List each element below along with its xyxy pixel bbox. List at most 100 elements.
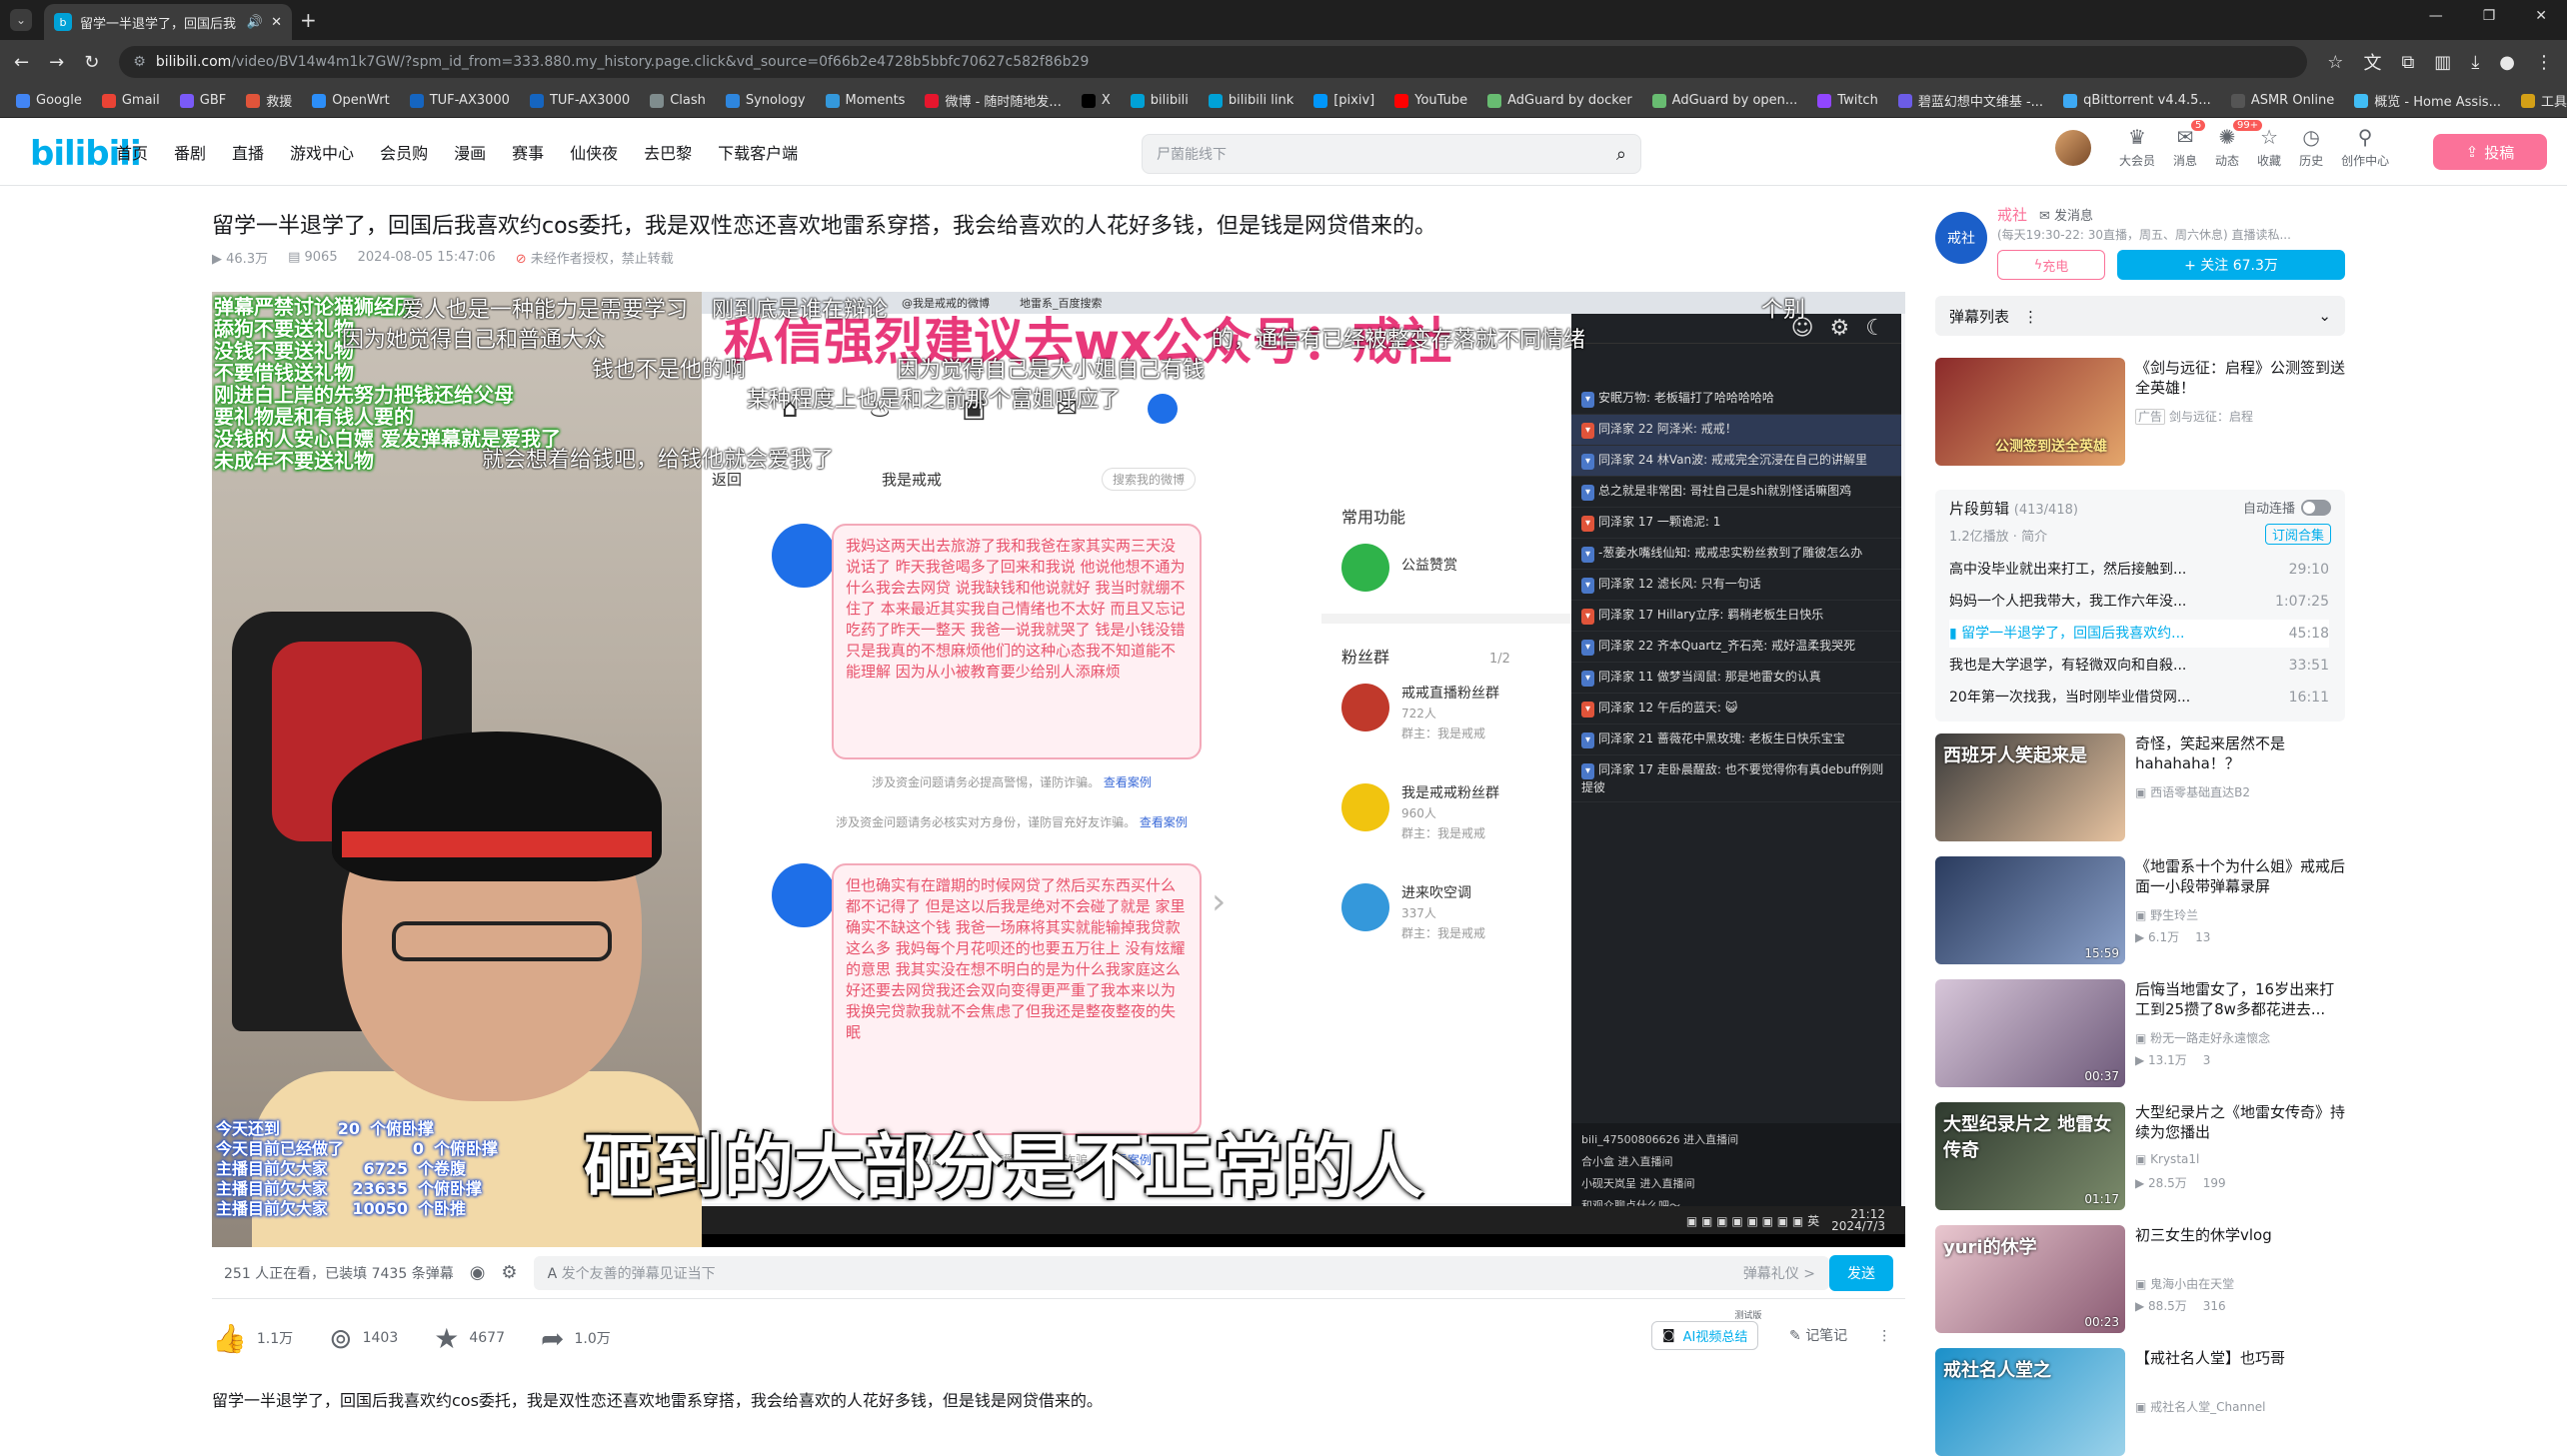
nav-item[interactable]: 会员购 bbox=[380, 140, 428, 164]
window-close-icon[interactable]: ✕ bbox=[2535, 8, 2547, 24]
autoplay-toggle[interactable]: 自动连播 bbox=[2243, 498, 2331, 517]
extensions-icon[interactable]: ⧉ bbox=[2401, 52, 2414, 73]
bookmark-item[interactable]: Gmail bbox=[101, 93, 160, 108]
translate-icon[interactable]: 文 bbox=[2363, 49, 2381, 75]
nav-item[interactable]: 去巴黎 bbox=[644, 140, 692, 164]
bookmark-item[interactable]: bilibili bbox=[1130, 93, 1189, 108]
danmaku-settings-icon[interactable]: ⚙ bbox=[501, 1262, 517, 1283]
subscribe-button[interactable]: 订阅合集 bbox=[2264, 524, 2331, 545]
minimize-icon[interactable]: — bbox=[2429, 8, 2443, 24]
recommend-card[interactable]: 西班牙人笑起来是 奇怪，笑起来居然不是hahahaha！？ ▣ 西语零基础直达B2 bbox=[1935, 733, 2345, 841]
danmaku-send-button[interactable]: 发送 bbox=[1829, 1254, 1893, 1291]
profile-icon[interactable]: ● bbox=[2499, 52, 2515, 73]
share-button[interactable]: ➦ 1.0万 bbox=[541, 1322, 611, 1355]
tab-search-icon[interactable]: ⌄ bbox=[10, 9, 32, 31]
follow-button[interactable]: + 关注 67.3万 bbox=[2117, 250, 2345, 280]
charge-button[interactable]: ϟ 充电 bbox=[1997, 250, 2105, 280]
maximize-icon[interactable]: ❐ bbox=[2483, 8, 2496, 24]
reload-icon[interactable]: ↻ bbox=[84, 52, 99, 73]
nav-item[interactable]: 下载客户端 bbox=[718, 140, 798, 164]
bookmark-item[interactable]: qBittorrent v4.4.5... bbox=[2063, 93, 2211, 108]
bookmark-item[interactable]: Twitch bbox=[1817, 93, 1878, 108]
more-icon[interactable]: ⋮ bbox=[2023, 308, 2038, 326]
user-avatar[interactable] bbox=[2055, 129, 2091, 166]
recommend-card[interactable]: 00:37 后悔当地雷女了，16岁出来打工到25攒了8w多都花进去... ▣ 粉无一… bbox=[1935, 979, 2345, 1087]
favorite-button[interactable]: ★ 4677 bbox=[434, 1322, 505, 1355]
recommend-card[interactable]: 15:59 《地雷系十个为什么姐》戒戒后面一小段带弹幕录屏 ▣ 野生玲兰 ▶ 6.1万… bbox=[1935, 856, 2345, 964]
browser-tab[interactable]: b 留学一半退学了，回国后我 🔊 ✕ bbox=[44, 4, 292, 40]
bookmark-item[interactable]: ASMR Online bbox=[2230, 93, 2334, 108]
nav-item[interactable]: 直播 bbox=[232, 140, 264, 164]
bookmark-item[interactable]: TUF-AX3000 bbox=[409, 93, 510, 108]
danmaku-etiquette[interactable]: 弹幕礼仪 > bbox=[1743, 1263, 1815, 1283]
bookmark-item[interactable]: 救援 bbox=[246, 91, 292, 110]
danmaku-toggle-icon[interactable]: ◉ bbox=[470, 1262, 486, 1283]
bookmark-item[interactable]: YouTube bbox=[1394, 93, 1467, 108]
bookmark-item[interactable]: 概览 - Home Assis... bbox=[2354, 91, 2501, 110]
nav-item[interactable]: 仙侠夜 bbox=[570, 140, 618, 164]
bookmark-item[interactable]: Synology bbox=[725, 93, 806, 108]
header-star-button[interactable]: ☆ 收藏 bbox=[2257, 126, 2281, 169]
more-icon[interactable]: ⋮ bbox=[1877, 1328, 1891, 1344]
danmaku-input[interactable]: A 发个友善的弹幕见证当下 弹幕礼仪 > bbox=[533, 1255, 1829, 1290]
recommend-card[interactable]: yuri的休学 00:23 初三女生的休学vlog ▣ 鬼海小由在天堂 ▶ 88.5万 3… bbox=[1935, 1225, 2345, 1333]
ai-summary-button[interactable]: ◙ AI视频总结 测试版 bbox=[1651, 1311, 1761, 1350]
new-tab-icon[interactable]: + bbox=[300, 8, 317, 32]
menu-icon[interactable]: ⋮ bbox=[2535, 52, 2553, 73]
bookmark-item[interactable]: Clash bbox=[650, 93, 706, 108]
bookmark-item[interactable]: AdGuard by docker bbox=[1487, 93, 1632, 108]
speaker-icon[interactable]: 🔊 bbox=[247, 15, 263, 30]
episode-item[interactable]: 高中没毕业就出来打工，然后接触到... 29:10 bbox=[1949, 556, 2329, 584]
danmaku-list-toggle[interactable]: 弹幕列表 ⋮ ⌄ bbox=[1935, 296, 2345, 336]
nav-item[interactable]: 游戏中心 bbox=[290, 140, 354, 164]
tab-close-icon[interactable]: ✕ bbox=[271, 15, 282, 30]
recommend-card[interactable]: 大型纪录片之 地雷女传奇 01:17 大型纪录片之《地雷女传奇》持续为您播出 ▣ Kr… bbox=[1935, 1102, 2345, 1210]
bookmark-item[interactable]: GBF bbox=[179, 93, 226, 108]
search-input[interactable]: 尸菌能线下 ⌕ bbox=[1142, 134, 1641, 174]
coin-button[interactable]: ⊚ 1403 bbox=[329, 1322, 398, 1355]
nav-item[interactable]: 番剧 bbox=[174, 140, 206, 164]
bookmark-item[interactable]: OpenWrt bbox=[312, 93, 390, 108]
back-icon[interactable]: ← bbox=[14, 52, 29, 73]
header-history-button[interactable]: ◷ 历史 bbox=[2299, 126, 2323, 169]
uploader-name[interactable]: 戒社 bbox=[1997, 204, 2027, 225]
header-message-button[interactable]: ✉ 消息 5 bbox=[2173, 120, 2206, 169]
bookmark-item[interactable]: Google bbox=[16, 93, 82, 108]
bookmark-item[interactable]: 碧蓝幻想中文维基 -... bbox=[1897, 91, 2043, 110]
bookmark-item[interactable]: Moments bbox=[825, 93, 905, 108]
address-bar[interactable]: ⚙ bilibili.com/video/BV14w4m1k7GW/?spm_i… bbox=[119, 46, 2308, 78]
sidebar-icon[interactable]: ▥ bbox=[2434, 52, 2451, 73]
episode-item[interactable]: 我也是大学退学，有轻微双向和自殺... 33:51 bbox=[1949, 652, 2329, 680]
episode-item[interactable]: 妈妈一个人把我带大，我工作六年没... 1:07:25 bbox=[1949, 588, 2329, 616]
recommend-ad-card[interactable]: 公测签到送全英雄 《剑与远征：启程》公测签到送全英雄！ 广告 剑与远征：启程 bbox=[1935, 358, 2345, 466]
episode-item[interactable]: 20年第一次找我，当时刚毕业借贷网... 16:11 bbox=[1949, 684, 2329, 712]
header-vip-button[interactable]: ♛ 大会员 bbox=[2119, 126, 2155, 169]
nav-item[interactable]: 赛事 bbox=[512, 140, 544, 164]
video-player[interactable]: @我是戒戒的微博 地雷系_百度搜索 ⌂ ♨ ▣ ✉ 返回 我是戒戒 搜索我的微博 … bbox=[212, 292, 1905, 1247]
uploader-avatar[interactable]: 戒社 bbox=[1935, 212, 1987, 264]
nav-item[interactable]: 首页 bbox=[116, 140, 148, 164]
header-dynamic-button[interactable]: ✺ 动态 99+ bbox=[2215, 120, 2263, 169]
bookmark-item[interactable]: 工具 bbox=[2520, 91, 2567, 110]
header-creator-button[interactable]: ⚲ 创作中心 bbox=[2341, 126, 2389, 169]
bookmark-item[interactable]: AdGuard by open... bbox=[1651, 93, 1797, 108]
bookmark-item[interactable]: [pixiv] bbox=[1313, 93, 1374, 108]
site-info-icon[interactable]: ⚙ bbox=[133, 54, 146, 70]
toggle-switch[interactable] bbox=[2301, 499, 2331, 516]
bookmark-item[interactable]: TUF-AX3000 bbox=[529, 93, 630, 108]
bookmark-item[interactable]: X bbox=[1081, 93, 1111, 108]
bookmark-item[interactable]: 微博 - 随时随地发... bbox=[925, 91, 1062, 110]
download-icon[interactable]: ⤓ bbox=[2471, 52, 2479, 73]
font-icon[interactable]: A bbox=[548, 1266, 562, 1282]
episode-item[interactable]: ▮ 留学一半退学了，回国后我喜欢约... 45:18 bbox=[1949, 620, 2329, 648]
forward-icon[interactable]: → bbox=[49, 52, 64, 73]
upload-button[interactable]: ⇪ 投稿 bbox=[2433, 134, 2547, 170]
nav-item[interactable]: 漫画 bbox=[454, 140, 486, 164]
recommend-card[interactable]: 戒社名人堂之 【戒社名人堂】也巧哥 ▣ 戒社名人堂_Channel bbox=[1935, 1348, 2345, 1456]
notes-button[interactable]: ✎ 记笔记 ⋮ bbox=[1789, 1325, 1891, 1345]
like-button[interactable]: 👍 1.1万 bbox=[212, 1322, 293, 1355]
bookmark-star-icon[interactable]: ☆ bbox=[2327, 52, 2343, 73]
bookmark-item[interactable]: bilibili link bbox=[1208, 93, 1293, 108]
search-icon[interactable]: ⌕ bbox=[1616, 144, 1626, 165]
send-message[interactable]: 发消息 bbox=[2054, 209, 2093, 224]
